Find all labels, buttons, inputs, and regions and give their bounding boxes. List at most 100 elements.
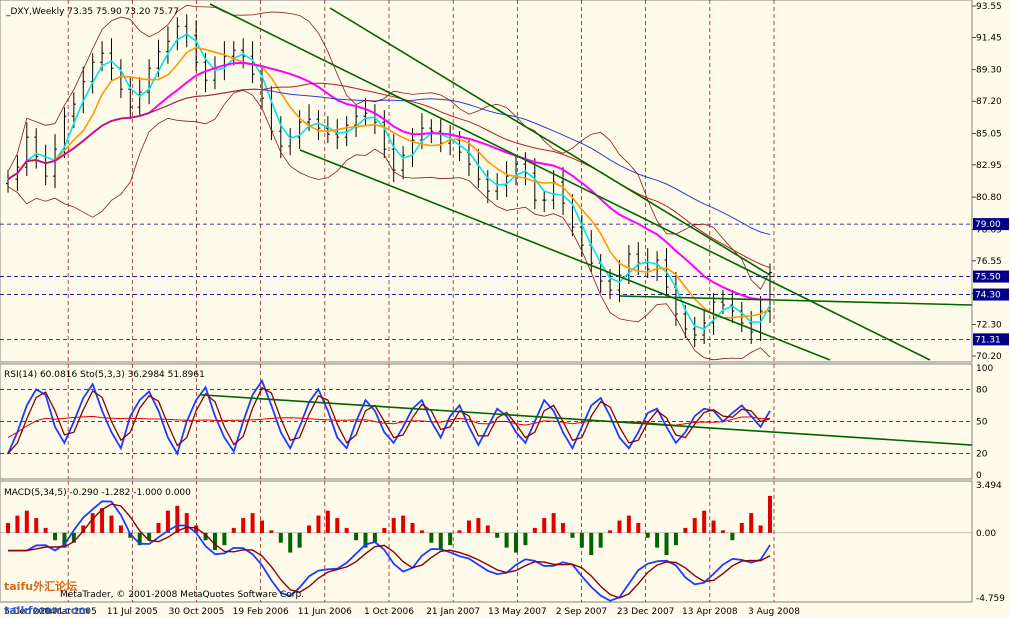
macd-histogram-bar bbox=[570, 532, 575, 538]
y-tick-label: 70.20 bbox=[976, 352, 1002, 362]
macd-histogram-bar bbox=[561, 522, 566, 533]
macd-histogram-bar bbox=[429, 532, 434, 543]
macd-histogram-bar bbox=[589, 532, 594, 556]
macd-histogram-bar bbox=[758, 525, 763, 533]
macd-histogram-bar bbox=[100, 508, 105, 533]
macd-histogram-bar bbox=[278, 532, 283, 543]
macd-histogram-bar bbox=[636, 522, 641, 533]
macd-histogram-bar bbox=[711, 520, 716, 533]
macd-histogram-bar bbox=[598, 532, 603, 548]
x-tick-label: 23 Dec 2007 bbox=[617, 607, 675, 617]
macd-histogram-bar bbox=[495, 532, 500, 538]
watermark-site: talkforex.com bbox=[4, 604, 90, 617]
y-tick-label: 72.30 bbox=[976, 321, 1002, 331]
macd-histogram-bar bbox=[184, 513, 189, 533]
macd-histogram-bar bbox=[250, 513, 255, 533]
x-tick-label: 21 Jan 2007 bbox=[426, 607, 480, 617]
macd-histogram-bar bbox=[222, 532, 227, 546]
y-tick-label: 89.30 bbox=[976, 66, 1002, 76]
macd-histogram-bar bbox=[316, 515, 321, 533]
chart-title: _DXY,Weekly 73.35 75.90 73.20 75.77 bbox=[5, 7, 179, 17]
macd-histogram-bar bbox=[466, 520, 471, 533]
x-tick-label: 13 May 2007 bbox=[488, 607, 547, 617]
macd-histogram-bar bbox=[702, 510, 707, 533]
y-tick-label: 91.45 bbox=[976, 33, 1002, 43]
x-tick-label: 11 Jun 2006 bbox=[298, 607, 352, 617]
macd-histogram-bar bbox=[382, 527, 387, 533]
level-tag-label: 71.31 bbox=[975, 335, 1001, 345]
macd-histogram-bar bbox=[43, 527, 48, 533]
macd-histogram-bar bbox=[53, 532, 58, 541]
watermark-copyright: MetaTrader, © 2001-2008 MetaQuotes Softw… bbox=[60, 590, 304, 600]
rsi-tick-label: 0 bbox=[976, 471, 982, 481]
macd-histogram-bar bbox=[241, 518, 246, 533]
macd-histogram-bar bbox=[749, 513, 754, 533]
macd-histogram-bar bbox=[335, 518, 340, 533]
macd-tick-label: 0.00 bbox=[976, 529, 996, 539]
panel-frame-1 bbox=[0, 0, 973, 363]
macd-histogram-bar bbox=[401, 515, 406, 533]
macd-histogram-bar bbox=[231, 527, 236, 533]
x-tick-label: 19 Feb 2006 bbox=[233, 607, 289, 617]
macd-histogram-bar bbox=[118, 525, 123, 533]
macd-histogram-bar bbox=[504, 532, 509, 548]
macd-histogram-bar bbox=[730, 532, 735, 541]
level-tag-label: 79.00 bbox=[975, 220, 1001, 230]
macd-histogram-bar bbox=[354, 532, 359, 541]
macd-histogram-bar bbox=[692, 518, 697, 533]
y-tick-label: 87.20 bbox=[976, 97, 1002, 107]
macd-histogram-bar bbox=[626, 515, 631, 533]
chart-svg: 5 Dec 200420 Mar 2005 11 Jul 2005 30 Oct 2… bbox=[0, 0, 1009, 617]
macd-histogram-bar bbox=[6, 522, 10, 533]
macd-histogram-bar bbox=[645, 532, 650, 538]
panel-frame-3 bbox=[0, 480, 973, 603]
macd-histogram-bar bbox=[514, 532, 518, 553]
macd-histogram-bar bbox=[476, 518, 481, 533]
macd-histogram-bar bbox=[768, 495, 772, 533]
macd-histogram-bar bbox=[260, 520, 264, 533]
rsi-tick-label: 80 bbox=[976, 385, 988, 395]
macd-histogram-bar bbox=[344, 527, 349, 533]
macd-label: MACD(5,34,5) -0.290 -1.282 -1.000 0.000 bbox=[4, 488, 191, 498]
macd-histogram-bar bbox=[175, 505, 180, 533]
macd-histogram-bar bbox=[410, 522, 415, 533]
x-tick-label: 11 Jul 2005 bbox=[107, 607, 158, 617]
macd-histogram-bar bbox=[739, 522, 744, 533]
macd-histogram-bar bbox=[457, 530, 462, 533]
macd-histogram-bar bbox=[448, 532, 453, 546]
y-tick-label: 80.80 bbox=[976, 193, 1002, 203]
macd-histogram-bar bbox=[617, 520, 622, 533]
macd-tick-label: -4.759 bbox=[976, 594, 1005, 604]
macd-histogram-bar bbox=[325, 510, 330, 533]
macd-histogram-bar bbox=[542, 518, 547, 533]
x-tick-label: 30 Oct 2005 bbox=[169, 607, 225, 617]
x-tick-label: 2 Sep 2007 bbox=[556, 607, 607, 617]
chart-window: 5 Dec 2004 20 Mar 2005 11 Jul 2005 30 Oct 2… bbox=[0, 0, 1010, 618]
macd-histogram-bar bbox=[391, 518, 396, 533]
x-tick-label: 13 Apr 2008 bbox=[682, 607, 738, 617]
macd-histogram-bar bbox=[15, 515, 20, 533]
macd-histogram-bar bbox=[720, 530, 725, 533]
macd-histogram-bar bbox=[269, 530, 274, 533]
macd-histogram-bar bbox=[523, 532, 528, 546]
trend-line bbox=[619, 295, 973, 306]
macd-histogram-bar bbox=[551, 513, 556, 533]
macd-histogram-bar bbox=[419, 530, 424, 533]
macd-histogram-bar bbox=[485, 525, 490, 533]
macd-histogram-bar bbox=[90, 513, 95, 533]
macd-histogram-bar bbox=[297, 532, 302, 548]
rsi-tick-label: 20 bbox=[976, 450, 988, 460]
y-tick-label: 82.95 bbox=[976, 161, 1002, 171]
macd-histogram-bar bbox=[532, 527, 537, 533]
macd-histogram-bar bbox=[156, 522, 161, 533]
trend-line bbox=[329, 7, 771, 276]
level-tag-label: 74.30 bbox=[975, 291, 1001, 301]
macd-histogram-bar bbox=[34, 518, 39, 533]
rsi-tick-label: 100 bbox=[976, 364, 993, 374]
macd-histogram-bar bbox=[683, 527, 688, 533]
macd-histogram-bar bbox=[673, 532, 678, 546]
y-tick-label: 93.55 bbox=[976, 2, 1002, 12]
y-tick-label: 85.05 bbox=[976, 129, 1002, 139]
level-tag-label: 75.50 bbox=[975, 273, 1001, 283]
macd-histogram-bar bbox=[24, 510, 29, 533]
